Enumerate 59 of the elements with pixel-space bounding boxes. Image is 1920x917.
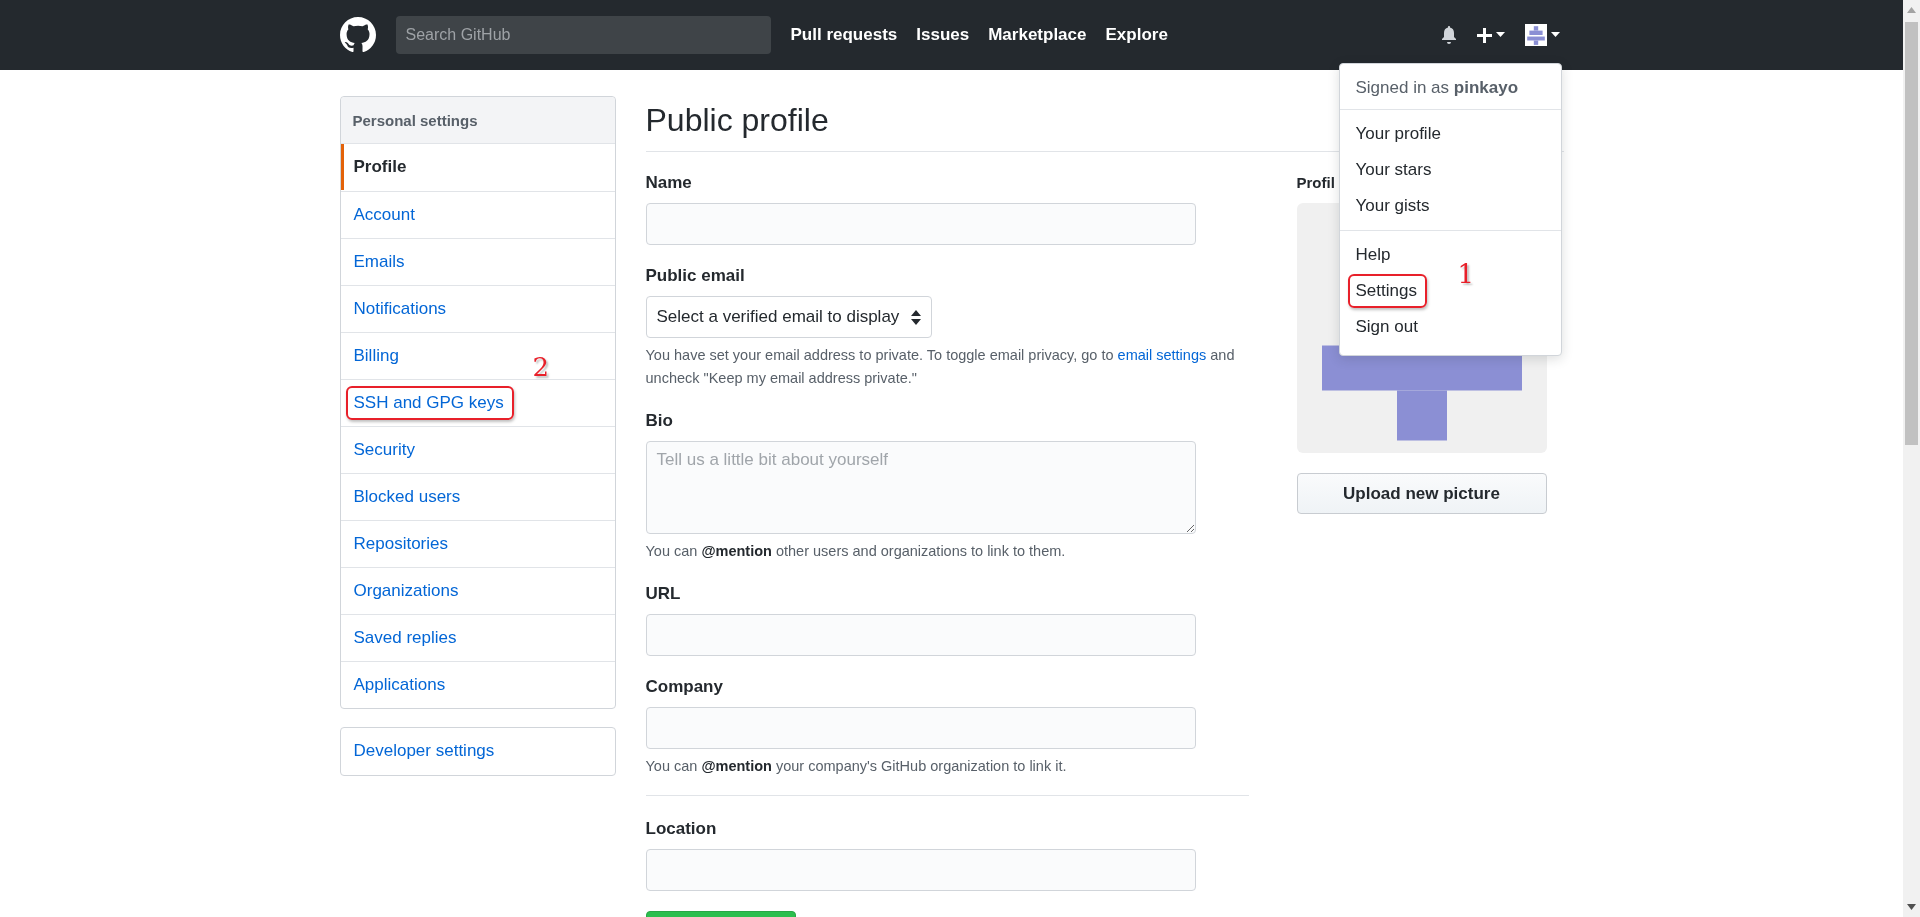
bio-field[interactable]: Tell us a little bit about yourself [645,441,1196,534]
bell-icon [1440,26,1457,44]
field-hint: You have set your email address to private. To toggle email privacy, go to email settings and uncheck "Keep my email address private." [645,346,1236,388]
sidebar-item[interactable]: Billing [340,333,409,379]
field-label: Bio [645,410,674,432]
sidebar-item[interactable]: Developer settings [340,728,505,774]
avatar-icon [1524,24,1547,46]
plus-icon [1476,27,1492,43]
menu-heading: Personal settings [340,97,615,144]
sidebar-item[interactable]: Emails [340,239,415,285]
upload-button[interactable]: Upload new picture [1296,473,1547,514]
sidebar-item[interactable]: Security [340,427,425,473]
field-label: URL [645,583,682,605]
menu-item[interactable]: Your stars [1339,152,1448,188]
scroll-down-icon[interactable] [1907,904,1916,910]
email-select[interactable]: Select a verified email to display [645,296,933,338]
field-label: Name [645,172,693,194]
notifications-button[interactable] [1440,26,1457,44]
signed-in-text: Signed in as pinkayo [1339,68,1561,110]
sidebar-item[interactable]: Saved replies [340,615,467,661]
nav-link[interactable]: Pull requests [790,25,898,45]
sidebar-item[interactable]: Blocked users [340,474,471,520]
sidebar-item[interactable]: Profile [340,144,417,190]
callout-number: 2 [532,354,550,380]
caret-icon [1550,32,1560,38]
cat-logo-icon[interactable] [339,17,376,53]
callout-number: 1 [1457,261,1475,287]
field-hint: You can @mention your company's GitHub organization to link it. [645,757,1068,776]
text-field[interactable] [645,614,1196,656]
sidebar-item[interactable]: Repositories [340,521,458,567]
field-label: Company [645,676,724,698]
field-label: Location [645,818,718,840]
nav-link[interactable]: Explore [1105,25,1168,45]
scroll-up-icon[interactable] [1907,7,1916,13]
text-field[interactable] [645,849,1196,891]
sort-icon [911,309,922,325]
field-hint: You can @mention other users and organizations to link to them. [645,542,1067,561]
menu-item[interactable]: Settings [1339,273,1433,309]
sidebar-item[interactable]: Applications [340,662,456,708]
text-field[interactable] [645,707,1196,749]
avatar-button[interactable] [1524,24,1560,46]
email-settings-link[interactable]: email settings [1117,347,1207,363]
field-label: Profil [1296,173,1336,193]
text-field[interactable] [645,203,1196,245]
field-label: Public email [645,265,746,287]
menu-item[interactable]: Your profile [1339,116,1457,152]
menu-item[interactable]: Help [1339,237,1407,273]
sidebar-item[interactable]: Account [340,192,425,238]
scrollbar[interactable] [1903,0,1920,917]
sidebar-item[interactable]: Notifications [340,286,457,332]
menu-item[interactable]: Sign out [1339,309,1434,345]
search-field[interactable]: Search GitHub [395,16,771,54]
nav-link[interactable]: Marketplace [988,25,1087,45]
sidebar-item[interactable]: Organizations [340,568,469,614]
sidebar-item[interactable]: SSH and GPG keys [340,380,514,426]
caret-icon [1495,32,1505,38]
menu-item[interactable]: Your gists [1339,188,1446,224]
nav-link[interactable]: Issues [916,25,970,45]
create-button[interactable] [1476,27,1505,43]
